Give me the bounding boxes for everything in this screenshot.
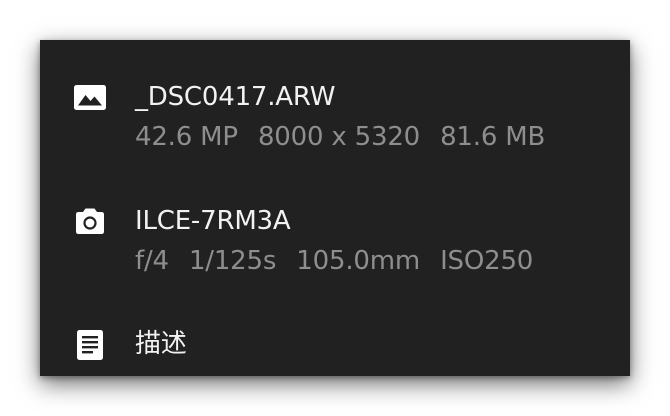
description-label[interactable]: 描述 (135, 327, 187, 361)
focal-length-value: 105.0mm (296, 246, 420, 276)
camera-model: ILCE-7RM3A (135, 206, 291, 236)
aperture-value: f/4 (135, 246, 169, 276)
file-size: 81.6 MB (440, 122, 546, 152)
iso-value: ISO250 (440, 246, 534, 276)
file-details: 42.6 MP 8000 x 5320 81.6 MB (135, 120, 545, 154)
screen: _DSC0417.ARW 42.6 MP 8000 x 5320 81.6 MB… (0, 0, 670, 416)
file-name: _DSC0417.ARW (135, 82, 336, 112)
photo-details-panel: _DSC0417.ARW 42.6 MP 8000 x 5320 81.6 MB… (40, 40, 630, 376)
shutter-speed-value: 1/125s (188, 246, 277, 276)
file-dimensions: 8000 x 5320 (257, 122, 421, 152)
image-icon (72, 80, 108, 116)
document-icon (72, 327, 108, 363)
exposure-settings: f/4 1/125s 105.0mm ISO250 (135, 244, 533, 278)
camera-icon (72, 204, 108, 240)
file-resolution-mp: 42.6 MP (135, 122, 238, 152)
